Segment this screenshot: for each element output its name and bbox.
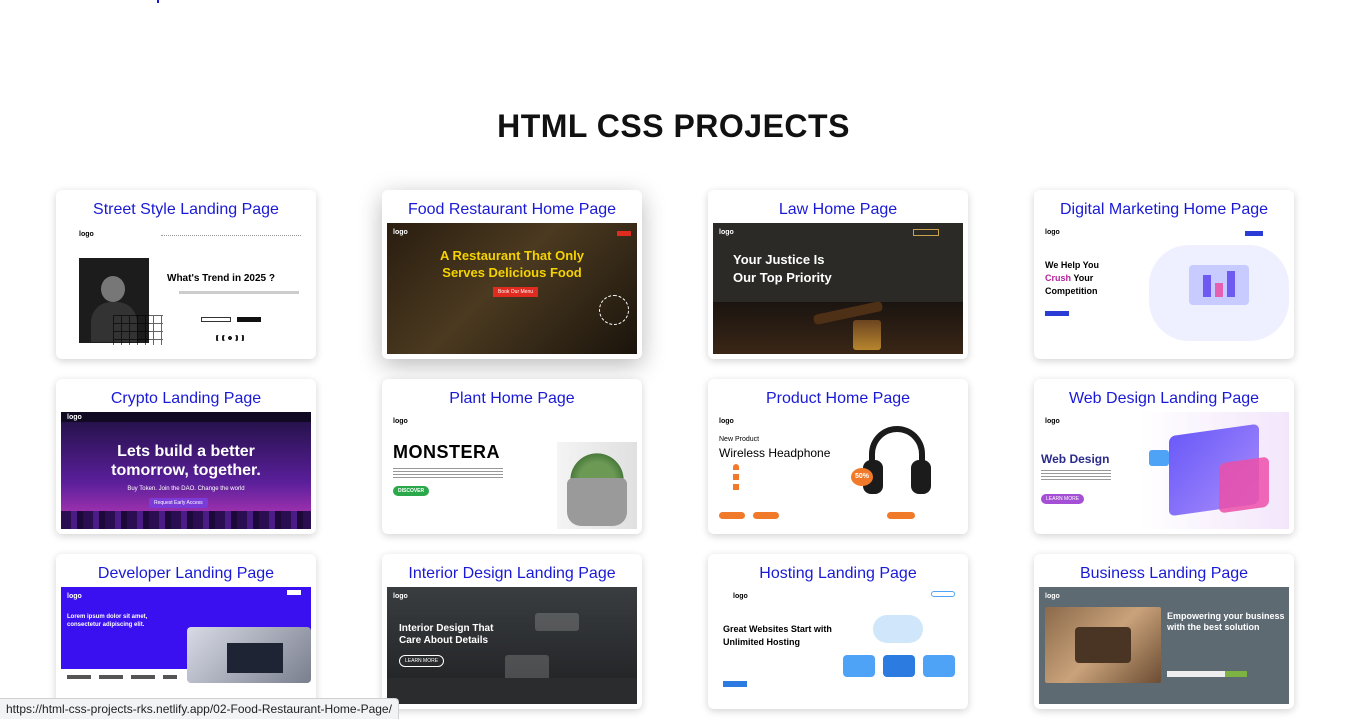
project-thumbnail: logo Interior Design That Care About Det… (387, 587, 637, 704)
thumb-button: DISCOVER (393, 486, 430, 496)
thumb-eyebrow: New Product (719, 436, 760, 443)
cloud-servers-illustration (843, 607, 955, 687)
thumb-logo: logo (719, 229, 734, 236)
thumb-headline: Empowering your business with the best s… (1167, 611, 1285, 632)
thumb-button: Request Early Access (149, 498, 208, 508)
project-card-digital-marketing[interactable]: Digital Marketing Home Page logo We Help… (1034, 190, 1294, 359)
project-thumbnail: logo Lorem ipsum dolor sit amet, consect… (61, 587, 311, 704)
thumb-logo: logo (1045, 418, 1060, 425)
thumb-logo: logo (719, 418, 734, 425)
thumb-logo: logo (1045, 229, 1060, 236)
top-link-marker (157, 0, 159, 3)
thumb-logo: logo (79, 231, 94, 238)
thumb-logo: logo (733, 593, 748, 600)
project-thumbnail: logo Your Justice Is Our Top Priority (713, 223, 963, 354)
project-thumbnail: logo We Help You Crush Your Competition (1039, 223, 1289, 354)
project-card-food-restaurant[interactable]: Food Restaurant Home Page logo A Restaur… (382, 190, 642, 359)
project-card-crypto[interactable]: Crypto Landing Page logo Lets build a be… (56, 379, 316, 534)
thumb-button: LEARN MORE (1041, 494, 1085, 504)
status-bar-url: https://html-css-projects-rks.netlify.ap… (0, 698, 399, 719)
thumb-headline: We Help You Crush Your Competition (1045, 260, 1100, 296)
project-card-developer[interactable]: Developer Landing Page logo Lorem ipsum … (56, 554, 316, 709)
thumb-headline: Wireless Headphone (719, 446, 831, 460)
project-link[interactable]: Hosting Landing Page (708, 564, 968, 584)
discount-badge: 50% (851, 468, 873, 486)
developer-photo (187, 627, 311, 683)
project-card-business[interactable]: Business Landing Page logo Empowering yo… (1034, 554, 1294, 709)
thumb-headline: Interior Design That Care About Details (399, 623, 494, 646)
thumb-subtext: Buy Token. Join the DAO. Change the worl… (127, 486, 245, 492)
project-thumbnail: logo Empowering your business with the b… (1039, 587, 1289, 704)
thumb-logo: logo (393, 229, 408, 236)
project-card-product[interactable]: Product Home Page logo New Product Wirel… (708, 379, 968, 534)
project-link[interactable]: Law Home Page (708, 200, 968, 220)
thumb-logo: logo (1045, 593, 1060, 600)
projects-grid: Street Style Landing Page logo What's Tr… (56, 190, 1294, 709)
project-thumbnail: logo Web Design LEARN MORE (1039, 412, 1289, 529)
project-thumbnail: logo What's Trend in 2025 ? (61, 223, 311, 354)
project-thumbnail: logo Lets build a better tomorrow, toget… (61, 412, 311, 529)
project-link[interactable]: Crypto Landing Page (56, 389, 316, 409)
project-link[interactable]: Web Design Landing Page (1034, 389, 1294, 409)
project-thumbnail: logo A Restaurant That Only Serves Delic… (387, 223, 637, 354)
thumb-headline: Lets build a better tomorrow, together. (111, 443, 261, 479)
web-design-illustration (1149, 420, 1289, 529)
project-link[interactable]: Interior Design Landing Page (382, 564, 642, 584)
project-card-plant[interactable]: Plant Home Page logo MONSTERA DISCOVER (382, 379, 642, 534)
project-link[interactable]: Plant Home Page (382, 389, 642, 409)
project-thumbnail: logo MONSTERA DISCOVER (387, 412, 637, 529)
thumb-headline: Great Websites Start with Unlimited Host… (723, 624, 832, 647)
project-thumbnail: logo Great Websites Start with Unlimited… (713, 587, 963, 704)
project-card-law[interactable]: Law Home Page logo Your Justice Is Our T… (708, 190, 968, 359)
project-link[interactable]: Food Restaurant Home Page (382, 200, 642, 220)
plant-photo (557, 442, 637, 529)
page-title: HTML CSS PROJECTS (497, 108, 850, 144)
project-link[interactable]: Digital Marketing Home Page (1034, 200, 1294, 220)
thumb-logo: logo (393, 418, 408, 425)
thumb-button: Book Our Menu (493, 287, 539, 297)
project-thumbnail: logo New Product Wireless Headphone 50% (713, 412, 963, 529)
thumb-logo: logo (67, 414, 82, 421)
thumb-logo: logo (393, 593, 408, 600)
business-photo (1045, 607, 1161, 683)
marketing-illustration (1149, 245, 1289, 341)
thumb-button: LEARN MORE (399, 655, 445, 667)
project-card-web-design[interactable]: Web Design Landing Page logo Web Design … (1034, 379, 1294, 534)
thumb-headline: MONSTERA (393, 442, 500, 462)
thumb-headline: Your Justice Is Our Top Priority (733, 252, 832, 285)
project-link[interactable]: Street Style Landing Page (56, 200, 316, 220)
project-card-hosting[interactable]: Hosting Landing Page logo Great Websites… (708, 554, 968, 709)
project-link[interactable]: Developer Landing Page (56, 564, 316, 584)
project-link[interactable]: Business Landing Page (1034, 564, 1294, 584)
project-link[interactable]: Product Home Page (708, 389, 968, 409)
thumb-headline: Web Design (1041, 452, 1110, 466)
thumb-headline: A Restaurant That Only Serves Delicious … (440, 248, 584, 280)
project-card-interior-design[interactable]: Interior Design Landing Page logo Interi… (382, 554, 642, 709)
project-card-street-style[interactable]: Street Style Landing Page logo What's Tr… (56, 190, 316, 359)
thumb-headline: What's Trend in 2025 ? (167, 273, 275, 284)
thumb-headline: Lorem ipsum dolor sit amet, consectetur … (67, 614, 148, 628)
thumb-logo: logo (67, 593, 82, 600)
